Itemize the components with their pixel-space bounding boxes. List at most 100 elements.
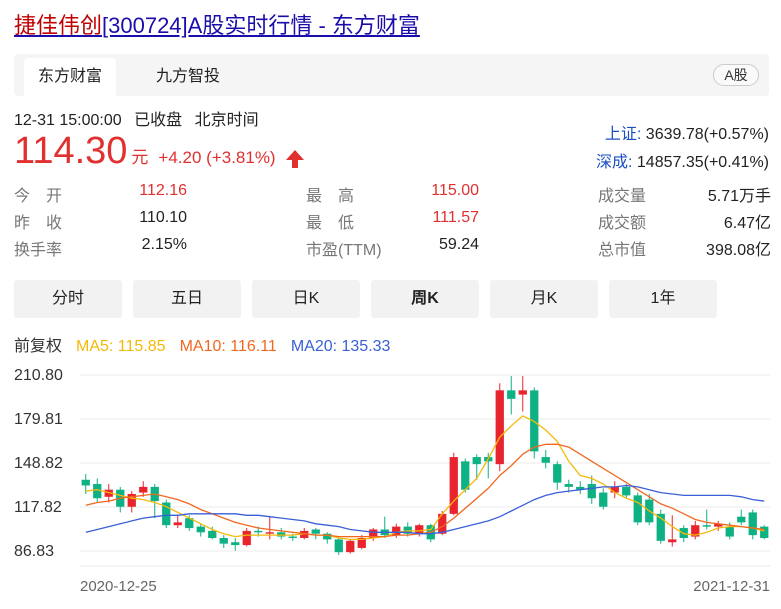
stat-label: 今 开 [14,188,63,205]
period-monthly-button[interactable]: 月K [490,280,598,318]
stat-label: 成交额 [598,215,647,232]
candle-body [461,461,470,490]
timezone-label: 北京时间 [194,112,259,129]
candle-body [668,539,677,543]
stat-label: 换手率 [14,242,63,259]
candle-body [737,516,746,523]
candle-body [81,479,90,486]
candle-body [472,457,481,465]
stat-value: 2.15% [141,236,187,253]
candle-body [587,484,596,499]
candle-body [265,532,274,534]
adjust-mode-label[interactable]: 前复权 [14,338,62,355]
quote-status: 12-31 15:00:00 已收盘 北京时间 [14,106,267,130]
stock-title-rest[interactable]: [300724]A股实时行情 - 东方财富 [102,13,420,38]
candle-body [277,532,286,537]
candle-body [553,464,562,483]
candle-body [702,525,711,527]
stat-value: 115.00 [431,182,479,199]
period-5day-button[interactable]: 五日 [133,280,241,318]
stat-volume: 成交量 5.71万手 [598,182,771,206]
index-shanghai[interactable]: 上证: 3639.78(+0.57%) [605,120,769,144]
stat-value: 111.57 [432,209,479,226]
stat-low: 最 低 111.57 [306,209,479,233]
chart-legend: 前复权 MA5: 115.85 MA10: 116.11 MA20: 135.33 [14,332,404,356]
candle-body [564,484,573,487]
candle-body [633,495,642,523]
y-tick-label: 210.80 [14,367,63,384]
index-shenzhen[interactable]: 深成: 14857.35(+0.41%) [596,148,769,172]
legend-ma10: MA10: 116.11 [179,338,277,355]
index-label[interactable]: 深成: [596,154,632,171]
price-change: +4.20 (+3.81%) [158,148,276,167]
x-tick-label: 2021-12-31 [693,578,770,595]
candle-body [288,536,297,538]
tab-eastmoney[interactable]: 东方财富 [24,58,116,96]
candle-body [541,457,550,463]
stat-value: 59.24 [438,236,479,253]
candle-body [173,522,182,526]
period-minute-button[interactable]: 分时 [14,280,122,318]
legend-ma20: MA20: 135.33 [290,338,391,355]
candle-body [208,530,217,538]
candle-body [622,486,631,496]
candle-body [311,529,320,534]
stat-value: 5.71万手 [707,188,771,205]
price-unit: 元 [131,148,149,167]
stat-label: 最 高 [306,188,355,205]
y-tick-label: 117.82 [14,499,62,516]
page-title[interactable]: 捷佳伟创[300724]A股实时行情 - 东方财富 [14,8,420,40]
price-row: 114.30 元 +4.20 (+3.81%) [14,130,304,173]
source-tabbar: 东方财富 九方智投 A股 [14,54,769,96]
stat-value: 110.10 [139,209,187,226]
stat-label: 成交量 [598,188,647,205]
y-tick-label: 148.82 [14,455,63,472]
candle-body [518,390,527,395]
candle-body [449,457,458,514]
index-value: 14857.35(+0.41%) [636,154,769,171]
candle-body [346,540,355,553]
candle-body [334,539,343,553]
period-weekly-button[interactable]: 周K [371,280,479,318]
y-tick-label: 86.83 [14,543,54,560]
quote-datetime: 12-31 15:00:00 [14,112,122,129]
stat-open: 今 开 112.16 [14,182,187,206]
stat-market-cap: 总市值 398.08亿 [598,236,771,260]
candle-body [231,542,240,546]
candle-body [196,526,205,533]
period-1year-button[interactable]: 1年 [609,280,717,318]
stat-label: 市盈(TTM) [306,242,382,259]
candle-body [748,512,757,536]
legend-ma5: MA5: 115.85 [76,338,166,355]
y-tick-label: 179.81 [14,411,63,428]
stat-high: 最 高 115.00 [306,182,479,206]
candle-body [415,525,424,534]
index-value: 3639.78(+0.57%) [645,126,769,143]
candle-body [495,390,504,465]
stock-name[interactable]: 捷佳伟创 [14,13,102,38]
stat-label: 总市值 [598,242,647,259]
candle-body [760,526,769,538]
candle-body [507,390,516,399]
index-label[interactable]: 上证: [605,126,641,143]
tab-jiufang[interactable]: 九方智投 [138,58,238,96]
candle-body [599,492,608,507]
candle-body [139,486,148,493]
stat-pe: 市盈(TTM) 59.24 [306,236,479,260]
candle-body [242,530,251,546]
arrow-up-icon [285,149,304,168]
market-state: 已收盘 [134,112,183,129]
stat-turnover-rate: 换手率 2.15% [14,236,187,260]
period-daily-button[interactable]: 日K [252,280,360,318]
candle-body [254,530,263,533]
stat-value: 112.16 [139,182,187,199]
stat-label: 最 低 [306,215,355,232]
candle-body [725,526,734,537]
stat-value: 6.47亿 [723,215,771,232]
market-badge[interactable]: A股 [713,64,759,86]
kline-chart[interactable]: 210.80 179.81 148.82 117.82 86.83 2020-12-25 2… [0,360,781,609]
current-price: 114.30 [14,130,128,172]
candle-body [219,537,228,544]
candle-body [93,484,102,499]
stat-label: 昨 收 [14,215,63,232]
